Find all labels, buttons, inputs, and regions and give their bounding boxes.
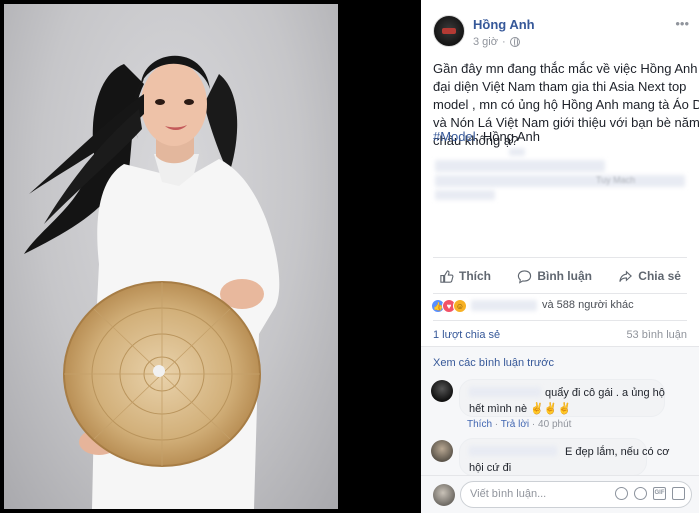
comment-time[interactable]: 40 phút xyxy=(538,419,571,430)
clap-icon: ✌ xyxy=(557,403,572,415)
comment-bubble: quẩy đi cô gái . a ủng hộ hết mình nè ✌✌… xyxy=(459,379,665,417)
comment-text-line: hội cứ đi xyxy=(469,462,512,474)
emoji-icon[interactable] xyxy=(615,487,628,500)
hashtag-suffix: : Hồng Anh xyxy=(475,129,540,144)
view-previous-comments-link[interactable]: Xem các bình luận trước xyxy=(433,357,554,369)
thumbs-up-icon xyxy=(440,269,454,283)
comments-section: Xem các bình luận trước quẩy đi cô gái .… xyxy=(421,346,699,513)
post-text-line: đại diện Việt Nam tham gia thi Asia Next… xyxy=(433,79,687,94)
more-options-icon[interactable]: ••• xyxy=(675,16,689,31)
comment-actions: Thích · Trả lời · 40 phút xyxy=(467,419,572,430)
photo-illustration xyxy=(24,55,280,509)
composer-tools: GIF xyxy=(615,487,685,500)
current-user-avatar xyxy=(433,484,455,506)
comment-bubble: E đẹp lắm, nếu có cơ hội cứ đi xyxy=(459,438,669,476)
redacted-block xyxy=(435,175,685,187)
comment-input-placeholder: Viết bình luận... xyxy=(470,488,547,500)
post-header: Hồng Anh 3 giờ · ••• xyxy=(421,0,699,55)
post-text-line: Gần đây mn đang thắc mắc về việc Hồng An… xyxy=(433,61,699,76)
clap-emoji-group: ✌✌✌ xyxy=(530,401,571,417)
clap-icon: ✌ xyxy=(530,403,544,415)
hashtag-link[interactable]: #Model xyxy=(433,129,476,144)
comment-label: Bình luận xyxy=(537,269,592,283)
commenter-avatar[interactable] xyxy=(431,380,453,402)
comment-composer: Viết bình luận... GIF xyxy=(421,475,699,513)
divider xyxy=(433,257,687,258)
comment-input[interactable]: Viết bình luận... GIF xyxy=(460,481,692,508)
globe-icon xyxy=(509,37,520,47)
redacted-text: Tuy Mach xyxy=(596,175,636,185)
post-actions: Thích Bình luận Chia sẻ xyxy=(433,262,687,290)
gif-icon[interactable]: GIF xyxy=(653,487,666,500)
haha-reaction-icon: ☺ xyxy=(453,299,467,313)
like-label: Thích xyxy=(459,269,491,283)
sticker-icon[interactable] xyxy=(672,487,685,500)
post-photo[interactable] xyxy=(4,4,338,509)
share-icon xyxy=(619,270,633,282)
share-count[interactable]: 1 lượt chia sẻ xyxy=(433,329,500,341)
comment-like-link[interactable]: Thích xyxy=(467,419,492,430)
post-text-line: model , mn có ủng hộ Hồng Anh mang tà Áo… xyxy=(433,97,699,112)
comment-text-line: hết mình nè xyxy=(469,403,528,415)
divider xyxy=(433,293,687,294)
redacted-block xyxy=(509,148,525,156)
redacted-block xyxy=(471,300,537,311)
divider xyxy=(433,320,687,321)
author-avatar[interactable] xyxy=(433,15,465,47)
reaction-icons[interactable]: 👍 ♥ ☺ xyxy=(431,299,467,313)
post-panel: Hồng Anh 3 giờ · ••• Gần đây mn đang thắ… xyxy=(421,0,699,513)
photo-viewer xyxy=(0,0,421,513)
post-time[interactable]: 3 giờ xyxy=(473,36,498,48)
clap-icon: ✌ xyxy=(543,403,558,415)
redacted-block xyxy=(435,190,495,200)
post-meta: 3 giờ · xyxy=(473,36,520,48)
hashtag-line: #Model: Hồng Anh xyxy=(433,129,540,144)
like-button[interactable]: Thích xyxy=(433,262,497,290)
reaction-count[interactable]: và 588 người khác xyxy=(542,299,634,311)
comment-count[interactable]: 53 bình luận xyxy=(626,329,687,341)
share-button[interactable]: Chia sẻ xyxy=(612,262,687,290)
commenter-avatar[interactable] xyxy=(431,440,453,462)
redacted-block xyxy=(435,160,605,172)
comment-button[interactable]: Bình luận xyxy=(511,262,598,290)
camera-icon[interactable] xyxy=(634,487,647,500)
comment-reply-link[interactable]: Trả lời xyxy=(501,419,529,430)
redacted-block xyxy=(469,446,557,456)
author-name[interactable]: Hồng Anh xyxy=(473,17,535,32)
redacted-block xyxy=(469,387,541,397)
share-label: Chia sẻ xyxy=(638,269,681,283)
comment-icon xyxy=(518,269,532,284)
